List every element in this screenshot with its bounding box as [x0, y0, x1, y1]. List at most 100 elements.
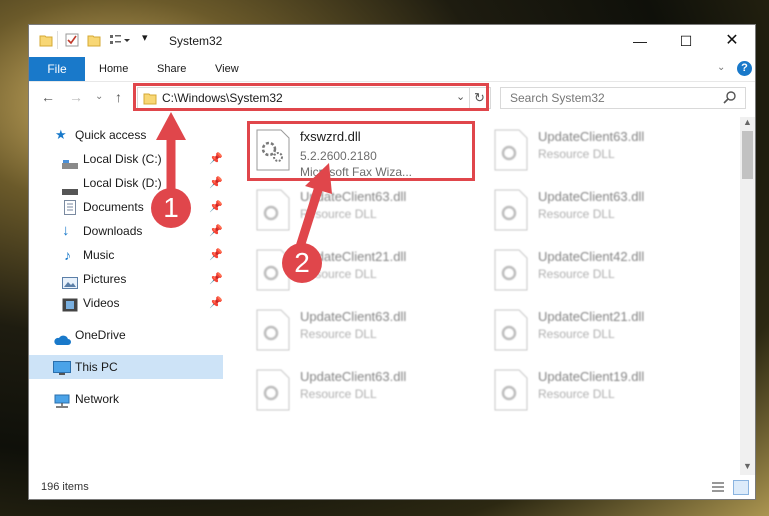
dll-file-icon [494, 189, 528, 231]
title-bar: ▾ System32 — ☐ ✕ [29, 25, 755, 57]
pin-icon: 📌 [209, 273, 223, 285]
sidebar-item-onedrive[interactable]: OneDrive [29, 323, 223, 347]
network-icon [53, 392, 71, 416]
dll-file-icon [494, 309, 528, 351]
dll-file-icon [494, 129, 528, 171]
sidebar-item-label: This PC [75, 360, 118, 374]
step-one-badge: 1 [151, 188, 191, 228]
sidebar-item-documents[interactable]: Documents 📌 [29, 195, 223, 219]
sidebar-item-local-disk-d[interactable]: Local Disk (D:) 📌 [29, 171, 223, 195]
sidebar-item-label: Network [75, 392, 120, 406]
sidebar-item-label: Quick access [75, 128, 147, 142]
file-item[interactable]: UpdateClient63.dll Resource DLL [250, 363, 476, 421]
sidebar-item-this-pc[interactable]: This PC [29, 355, 223, 379]
scrollbar-thumb[interactable] [742, 131, 753, 179]
pin-icon: 📌 [209, 297, 223, 309]
dll-file-icon [256, 189, 290, 231]
scroll-up-icon[interactable]: ▲ [743, 117, 752, 127]
file-type: Resource DLL [300, 387, 377, 401]
sidebar-item-quick-access[interactable]: ★ Quick access [29, 123, 223, 147]
dll-file-icon [494, 249, 528, 291]
sidebar-item-label: Local Disk (C:) [83, 152, 162, 166]
dll-file-icon [256, 309, 290, 351]
sidebar-item-downloads[interactable]: ↓ Downloads 📌 [29, 219, 223, 243]
pin-icon: 📌 [209, 225, 223, 237]
properties-icon[interactable] [65, 33, 79, 50]
pin-icon: 📌 [209, 249, 223, 261]
file-type: Resource DLL [538, 387, 615, 401]
help-icon[interactable]: ? [737, 61, 752, 76]
status-item-count: 196 items [41, 481, 89, 493]
up-arrow-icon[interactable]: ↑ [115, 89, 122, 105]
file-name: UpdateClient21.dll [538, 309, 645, 324]
vertical-scrollbar[interactable]: ▲ ▼ [740, 117, 755, 475]
expand-ribbon-icon[interactable]: ⌄ [717, 62, 725, 73]
maximize-button[interactable]: ☐ [663, 25, 709, 57]
recent-locations-icon[interactable]: ⌄ [95, 91, 103, 102]
pin-icon: 📌 [209, 177, 223, 189]
file-item[interactable]: UpdateClient63.dll Resource DLL [488, 183, 714, 241]
file-highlight [247, 121, 475, 181]
sidebar-item-network[interactable]: Network [29, 387, 223, 411]
forward-arrow-icon[interactable]: → [69, 89, 83, 105]
minimize-button[interactable]: — [617, 25, 663, 57]
dll-file-icon [494, 369, 528, 411]
sidebar-item-label: Videos [83, 296, 120, 310]
sidebar-item-local-disk-c[interactable]: Local Disk (C:) 📌 [29, 147, 223, 171]
close-button[interactable]: ✕ [709, 25, 755, 57]
new-folder-icon[interactable] [87, 33, 101, 50]
sidebar-item-label: Documents [83, 200, 144, 214]
sidebar-item-label: Music [83, 248, 115, 262]
search-placeholder: Search System32 [510, 91, 605, 105]
pin-icon: 📌 [209, 201, 223, 213]
download-arrow-icon: ↓ [62, 222, 70, 239]
tab-home[interactable]: Home [99, 57, 128, 81]
back-arrow-icon[interactable]: ← [41, 89, 55, 105]
file-name: UpdateClient63.dll [538, 129, 645, 144]
file-name: UpdateClient63.dll [300, 369, 407, 384]
file-item[interactable]: UpdateClient42.dll Resource DLL [488, 243, 714, 301]
file-tab[interactable]: File [29, 57, 85, 81]
file-item[interactable]: UpdateClient63.dll Resource DLL [250, 183, 476, 241]
sidebar-item-label: Local Disk (D:) [83, 176, 162, 190]
sidebar-item-videos[interactable]: Videos 📌 [29, 291, 223, 315]
file-name: UpdateClient63.dll [300, 189, 407, 204]
file-type: Resource DLL [538, 267, 615, 281]
file-item[interactable]: UpdateClient21.dll Resource DLL [488, 303, 714, 361]
file-item[interactable]: UpdateClient63.dll Resource DLL [250, 303, 476, 361]
customize-icon[interactable] [109, 33, 131, 50]
file-name: UpdateClient63.dll [538, 189, 645, 204]
details-view-icon[interactable] [711, 481, 725, 496]
sidebar-item-label: OneDrive [75, 328, 126, 342]
tab-share[interactable]: Share [157, 57, 186, 81]
sidebar-item-pictures[interactable]: Pictures 📌 [29, 267, 223, 291]
computer-icon [53, 360, 71, 384]
file-name: UpdateClient63.dll [300, 309, 407, 324]
file-name: UpdateClient42.dll [538, 249, 645, 264]
search-icon[interactable] [723, 90, 737, 107]
navigation-pane: ★ Quick access Local Disk (C:) 📌 Local D… [29, 121, 225, 421]
cloud-icon [53, 330, 71, 354]
sidebar-item-label: Pictures [83, 272, 127, 286]
star-icon: ★ [55, 127, 67, 142]
folder-icon[interactable] [39, 33, 53, 50]
search-input[interactable]: Search System32 [500, 87, 746, 109]
step-two-badge: 2 [282, 243, 322, 283]
ribbon: File Home Share View ⌄ ? [29, 57, 755, 82]
sidebar-item-label: Downloads [83, 224, 143, 238]
file-item[interactable]: UpdateClient19.dll Resource DLL [488, 363, 714, 421]
file-type: Resource DLL [538, 327, 615, 341]
file-name: UpdateClient19.dll [538, 369, 645, 384]
tiles-view-icon[interactable] [733, 480, 749, 495]
file-type: Resource DLL [538, 147, 615, 161]
file-item[interactable]: UpdateClient63.dll Resource DLL [488, 123, 714, 181]
film-icon [62, 296, 78, 320]
tab-view[interactable]: View [215, 57, 239, 81]
scroll-down-icon[interactable]: ▼ [743, 461, 752, 471]
music-note-icon: ♪ [64, 247, 71, 263]
quick-access-dropdown-icon[interactable]: ▾ [142, 31, 148, 44]
file-type: Resource DLL [538, 207, 615, 221]
sidebar-item-music[interactable]: ♪ Music 📌 [29, 243, 223, 267]
file-type: Resource DLL [300, 207, 377, 221]
file-type: Resource DLL [300, 327, 377, 341]
